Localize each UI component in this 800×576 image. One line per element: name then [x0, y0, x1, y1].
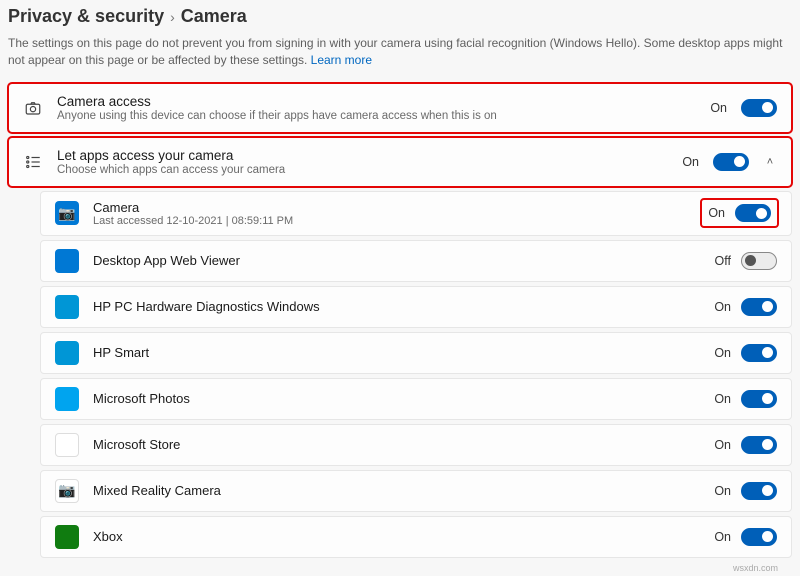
camera-access-panel[interactable]: Camera access Anyone using this device c…: [8, 83, 792, 133]
app-toggle[interactable]: [741, 528, 777, 546]
toggle-group: On: [714, 528, 777, 546]
app-text: HP PC Hardware Diagnostics Windows: [93, 299, 700, 314]
app-row: Microsoft Photos On: [40, 378, 792, 420]
page-header: Privacy & security › Camera: [0, 0, 800, 31]
app-name-label: Camera: [93, 200, 688, 215]
app-text: Mixed Reality Camera: [93, 483, 700, 498]
app-row: Desktop App Web Viewer Off: [40, 240, 792, 282]
chevron-up-icon[interactable]: ˄: [763, 156, 777, 168]
app-name-label: Desktop App Web Viewer: [93, 253, 701, 268]
toggle-state-label: On: [714, 484, 731, 498]
panel-title: Camera access: [57, 94, 696, 109]
camera-icon: [23, 98, 43, 118]
app-toggle[interactable]: [741, 298, 777, 316]
app-text: Xbox: [93, 529, 700, 544]
toggle-state-label: On: [682, 155, 699, 169]
app-icon: [55, 249, 79, 273]
breadcrumb[interactable]: Privacy & security › Camera: [8, 6, 792, 27]
app-icon: 📷: [55, 479, 79, 503]
app-toggle[interactable]: [735, 204, 771, 222]
app-text: Microsoft Store: [93, 437, 700, 452]
app-row: HP PC Hardware Diagnostics Windows On: [40, 286, 792, 328]
app-icon: 🛍: [55, 433, 79, 457]
app-name-label: HP PC Hardware Diagnostics Windows: [93, 299, 700, 314]
watermark: wsxdn.com: [733, 563, 778, 573]
list-settings-icon: [23, 152, 43, 172]
panel-text: Camera access Anyone using this device c…: [57, 94, 696, 122]
toggle-state-label: On: [714, 346, 731, 360]
app-row: Xbox On: [40, 516, 792, 558]
toggle-group: On: [714, 390, 777, 408]
toggle-state-label: On: [708, 206, 725, 220]
app-row: 📷 CameraLast accessed 12-10-2021 | 08:59:…: [40, 191, 792, 236]
app-text: HP Smart: [93, 345, 700, 360]
let-apps-access-panel[interactable]: Let apps access your camera Choose which…: [8, 137, 792, 187]
learn-more-link[interactable]: Learn more: [311, 53, 372, 67]
app-icon: [55, 387, 79, 411]
app-name-label: Mixed Reality Camera: [93, 483, 700, 498]
app-row: HP Smart On: [40, 332, 792, 374]
panel-subtitle: Choose which apps can access your camera: [57, 164, 668, 176]
app-name-label: Microsoft Photos: [93, 391, 700, 406]
app-toggle[interactable]: [741, 252, 777, 270]
app-row: 📷 Mixed Reality Camera On: [40, 470, 792, 512]
panel-subtitle: Anyone using this device can choose if t…: [57, 110, 696, 122]
toggle-group: On: [702, 200, 777, 226]
let-apps-toggle[interactable]: [713, 153, 749, 171]
app-name-label: Microsoft Store: [93, 437, 700, 452]
toggle-state-label: On: [710, 101, 727, 115]
app-name-label: Xbox: [93, 529, 700, 544]
page-description: The settings on this page do not prevent…: [0, 31, 800, 79]
app-icon: [55, 341, 79, 365]
toggle-state-label: On: [714, 530, 731, 544]
panel-text: Let apps access your camera Choose which…: [57, 148, 668, 176]
app-toggle[interactable]: [741, 344, 777, 362]
app-name-label: HP Smart: [93, 345, 700, 360]
app-toggle[interactable]: [741, 482, 777, 500]
toggle-state-label: Off: [715, 254, 731, 268]
toggle-group: Off: [715, 252, 777, 270]
breadcrumb-current: Camera: [181, 6, 247, 27]
toggle-state-label: On: [714, 438, 731, 452]
app-text: CameraLast accessed 12-10-2021 | 08:59:1…: [93, 200, 688, 227]
camera-access-toggle[interactable]: [741, 99, 777, 117]
toggle-state-label: On: [714, 392, 731, 406]
chevron-right-icon: ›: [170, 9, 175, 25]
app-text: Desktop App Web Viewer: [93, 253, 701, 268]
toggle-group: On: [714, 298, 777, 316]
app-toggle[interactable]: [741, 436, 777, 454]
description-text: The settings on this page do not prevent…: [8, 36, 782, 67]
app-icon: [55, 525, 79, 549]
toggle-state-label: On: [714, 300, 731, 314]
app-subtitle: Last accessed 12-10-2021 | 08:59:11 PM: [93, 215, 688, 227]
toggle-group: On: [714, 482, 777, 500]
panel-title: Let apps access your camera: [57, 148, 668, 163]
app-toggle[interactable]: [741, 390, 777, 408]
app-text: Microsoft Photos: [93, 391, 700, 406]
app-icon: 📷: [55, 201, 79, 225]
toggle-group: On: [714, 344, 777, 362]
app-row: 🛍 Microsoft Store On: [40, 424, 792, 466]
app-icon: [55, 295, 79, 319]
toggle-group: On: [714, 436, 777, 454]
breadcrumb-parent[interactable]: Privacy & security: [8, 6, 164, 27]
